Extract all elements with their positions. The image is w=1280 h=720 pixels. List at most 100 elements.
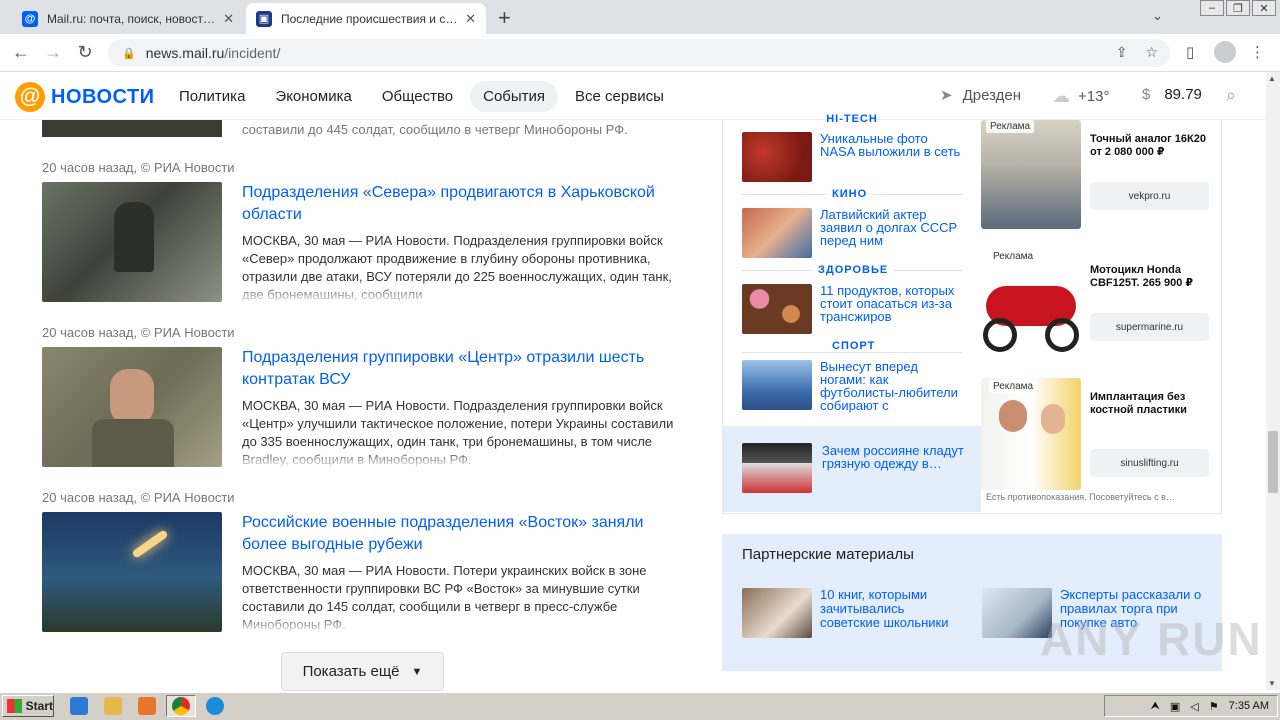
close-tab-icon[interactable]: ✕	[465, 11, 476, 27]
uniform-shape-icon	[92, 419, 174, 467]
media-player-icon[interactable]	[138, 697, 156, 715]
ie-icon[interactable]	[70, 697, 88, 715]
ad-thumbnail[interactable]: Реклама	[981, 248, 1081, 360]
chrome-icon	[172, 697, 190, 715]
close-window-icon[interactable]: ✕	[1252, 0, 1276, 16]
start-label: Start	[25, 699, 53, 713]
tab-list-chevron-down-icon[interactable]: ⌄	[1152, 8, 1163, 24]
folder-icon[interactable]	[104, 697, 122, 715]
share-icon[interactable]: ⇪	[1116, 44, 1128, 61]
person-face-icon	[999, 400, 1027, 432]
maximize-icon[interactable]: ❐	[1226, 0, 1250, 16]
news-logo[interactable]: @ НОВОСТИ	[15, 82, 155, 112]
bookmark-star-icon[interactable]: ☆	[1145, 44, 1158, 61]
clock[interactable]: 7:35 AM	[1229, 700, 1269, 712]
ad-title[interactable]: Мотоцикл Honda CBF125T. 265 900 ₽	[1090, 264, 1220, 290]
scroll-up-icon[interactable]: ▲	[1268, 74, 1276, 83]
start-button[interactable]: Start	[2, 695, 54, 717]
ad-title[interactable]: Точный аналог 16К20 от 2 080 000 ₽	[1090, 133, 1220, 159]
article-meta: 20 часов назад, © РИА Новости	[42, 325, 235, 340]
scrollbar-thumb[interactable]	[1268, 431, 1278, 493]
forward-arrow-icon[interactable]: →	[42, 42, 64, 63]
promo-text: Зачем россияне кладут грязную одежду в…	[822, 443, 964, 471]
back-arrow-icon[interactable]: ←	[10, 42, 32, 63]
menu-kebab-icon[interactable]: ⋮	[1250, 43, 1265, 61]
ad-domain-button[interactable]: supermarine.ru	[1090, 313, 1209, 341]
address-row: ← → ↻ 🔒 news.mail.ru/incident/ ⇪ ☆ ▯ ⋮	[0, 34, 1280, 72]
currency-value: 89.79	[1164, 86, 1202, 103]
soldier-silhouette-icon	[114, 202, 154, 272]
sidebar-thumbnail	[742, 360, 812, 410]
lock-icon[interactable]: 🔒	[122, 47, 136, 60]
nav-politics[interactable]: Политика	[166, 81, 258, 112]
show-more-button[interactable]: Показать ещё ▼	[281, 652, 444, 691]
sidebar-thumbnail	[742, 208, 812, 258]
nav-economy[interactable]: Экономика	[262, 81, 364, 112]
profile-avatar-icon[interactable]	[1214, 41, 1236, 63]
flag-icon[interactable]: ⚑	[1209, 700, 1219, 713]
scroll-down-icon[interactable]: ▼	[1268, 679, 1276, 688]
ad-domain-button[interactable]: vekpro.ru	[1090, 182, 1209, 210]
weather-widget[interactable]: ☁ +13°	[1052, 86, 1109, 107]
article-thumbnail[interactable]	[42, 347, 222, 467]
edge-icon[interactable]	[206, 697, 224, 715]
nav-all-services[interactable]: Все сервисы	[562, 81, 677, 112]
nav-society[interactable]: Общество	[369, 81, 466, 112]
tab-mail[interactable]: @ Mail.ru: почта, поиск, новости, пр… ✕	[12, 3, 244, 34]
sidebar-item-text: 11 продуктов, которых стоит опасаться из…	[820, 283, 955, 324]
article-thumbnail[interactable]	[42, 512, 222, 632]
nav-events[interactable]: События	[470, 81, 559, 112]
mailru-favicon-icon: @	[22, 10, 38, 27]
close-tab-icon[interactable]: ✕	[223, 11, 234, 27]
city-selector[interactable]: ➤ Дрезден	[940, 86, 1021, 105]
main-nav: Политика Экономика Общество События Все …	[166, 81, 677, 112]
tab-incidents[interactable]: ▣ Последние происшествия и событ… ✕	[246, 3, 486, 34]
ad-domain-button[interactable]: sinuslifting.ru	[1090, 449, 1209, 477]
ad-title[interactable]: Имплантация без костной пластики	[1090, 391, 1220, 417]
category-label[interactable]: КИНО	[826, 188, 874, 200]
wheel-icon	[1045, 318, 1079, 352]
ad-thumbnail[interactable]: Реклама	[981, 120, 1081, 229]
partner-thumbnail[interactable]	[742, 588, 812, 638]
windows-logo-icon	[7, 699, 22, 713]
new-tab-button[interactable]: +	[498, 5, 511, 31]
chrome-taskbar-button[interactable]	[166, 695, 196, 717]
sidebar-thumbnail	[742, 284, 812, 334]
reload-icon[interactable]: ↻	[74, 42, 96, 63]
article-title[interactable]: Российские военные подразделения «Восток…	[242, 512, 692, 556]
category-label[interactable]: HI-TECH	[742, 113, 962, 125]
cloud-icon: ☁	[1052, 86, 1070, 106]
article-title[interactable]: Подразделения «Севера» продвигаются в Ха…	[242, 182, 692, 226]
url-path: /incident/	[224, 45, 281, 61]
triangle-down-icon: ▼	[411, 665, 423, 678]
system-tray: ⮝ ▣ ◁ ⚑ 7:35 AM	[1104, 695, 1278, 717]
ad-tag: Реклама	[989, 250, 1038, 263]
sidepanel-icon[interactable]: ▯	[1186, 43, 1194, 61]
text-fade	[242, 449, 692, 469]
currency-symbol: $	[1142, 86, 1151, 103]
sidebar-item-text: Латвийский актер заявил о долгах СССР пе…	[820, 207, 958, 248]
temperature: +13°	[1078, 88, 1110, 105]
promo-card[interactable]: Зачем россияне кладут грязную одежду в…	[723, 426, 981, 512]
tab-title: Mail.ru: почта, поиск, новости, пр…	[47, 11, 217, 26]
currency-widget[interactable]: $ 89.79	[1142, 86, 1202, 103]
sidebar-item-text: Вынесут вперед ногами: как футболисты-лю…	[820, 359, 958, 413]
article-title[interactable]: Подразделения группировки «Центр» отрази…	[242, 347, 692, 391]
minimize-icon[interactable]: –	[1200, 0, 1224, 16]
category-label[interactable]: ЗДОРОВЬЕ	[812, 264, 895, 276]
article-meta: 20 часов назад, © РИА Новости	[42, 490, 235, 505]
article-thumbnail[interactable]	[42, 182, 222, 302]
person-face-icon	[110, 369, 154, 425]
person-face-icon	[1041, 404, 1065, 434]
article-thumbnail[interactable]	[42, 120, 222, 137]
address-bar[interactable]: 🔒 news.mail.ru/incident/ ⇪ ☆	[108, 39, 1170, 67]
category-label[interactable]: СПОРТ	[826, 340, 882, 352]
vertical-scrollbar[interactable]	[1266, 72, 1280, 690]
ad-thumbnail[interactable]: Реклама	[981, 378, 1081, 490]
volume-icon[interactable]: ◁	[1190, 700, 1198, 713]
partner-link[interactable]: 10 книг, которыми зачитывались советские…	[820, 588, 950, 630]
network-icon[interactable]: ▣	[1170, 700, 1180, 713]
location-arrow-icon: ➤	[940, 87, 953, 104]
tray-arrow-icon[interactable]: ⮝	[1151, 700, 1160, 713]
search-icon[interactable]: ⌕	[1226, 85, 1236, 106]
